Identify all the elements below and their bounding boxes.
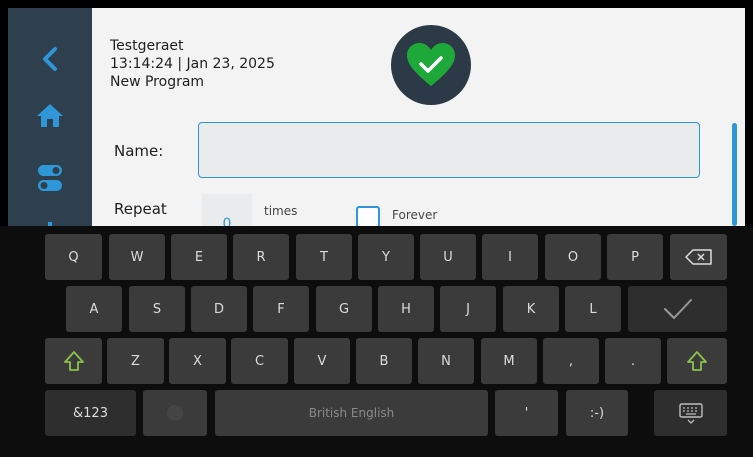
- key-f[interactable]: F: [253, 286, 309, 332]
- space-key[interactable]: British English: [215, 390, 488, 436]
- key-w[interactable]: W: [109, 234, 165, 280]
- globe-icon: [165, 403, 185, 423]
- emoticon-key[interactable]: :-): [566, 390, 628, 436]
- repeat-count-value: 0: [222, 216, 232, 226]
- key-e[interactable]: E: [171, 234, 227, 280]
- main-content: Testgeraet 13:14:24 | Jan 23, 2025 New P…: [92, 8, 745, 226]
- name-input[interactable]: [198, 122, 700, 178]
- back-chevron-icon[interactable]: [8, 44, 92, 74]
- device-name: Testgeraet: [110, 38, 184, 54]
- key-h[interactable]: H: [378, 286, 434, 332]
- key-comma[interactable]: ,: [543, 338, 599, 384]
- hide-keyboard-key[interactable]: [654, 390, 727, 436]
- backspace-icon: [684, 249, 713, 265]
- app-window: Testgeraet 13:14:24 | Jan 23, 2025 New P…: [8, 8, 745, 226]
- key-m[interactable]: M: [481, 338, 537, 384]
- repeat-count-field[interactable]: 0: [202, 194, 252, 226]
- forever-label: Forever: [392, 208, 438, 222]
- key-c[interactable]: C: [231, 338, 288, 384]
- key-d[interactable]: D: [191, 286, 247, 332]
- page-title: New Program: [110, 74, 205, 90]
- key-l[interactable]: L: [565, 286, 621, 332]
- times-label: times: [264, 204, 298, 218]
- repeat-label: Repeat: [114, 200, 167, 218]
- heart-check-icon: [406, 42, 456, 88]
- checkmark-icon: [663, 298, 693, 320]
- key-o[interactable]: O: [545, 234, 601, 280]
- key-q[interactable]: Q: [45, 234, 102, 280]
- datetime: 13:14:24 | Jan 23, 2025: [110, 56, 275, 72]
- toggle-settings-icon[interactable]: [8, 162, 92, 194]
- key-u[interactable]: U: [420, 234, 476, 280]
- key-t[interactable]: T: [296, 234, 352, 280]
- apostrophe-key[interactable]: ': [495, 390, 558, 436]
- key-z[interactable]: Z: [107, 338, 164, 384]
- backspace-key[interactable]: [670, 234, 727, 280]
- key-period[interactable]: .: [605, 338, 661, 384]
- shift-icon: [686, 350, 708, 372]
- language-key[interactable]: [143, 390, 207, 436]
- key-a[interactable]: A: [66, 286, 122, 332]
- key-g[interactable]: G: [316, 286, 372, 332]
- shift-key-right[interactable]: [667, 338, 727, 384]
- on-screen-keyboard: Q W E R T Y U I O P A S D F G H J K L Z …: [0, 226, 753, 457]
- key-v[interactable]: V: [294, 338, 350, 384]
- forever-checkbox[interactable]: [356, 206, 380, 226]
- key-b[interactable]: B: [356, 338, 412, 384]
- scrollbar[interactable]: [732, 123, 737, 226]
- shift-key-left[interactable]: [45, 338, 102, 384]
- name-label: Name:: [114, 142, 164, 160]
- key-x[interactable]: X: [169, 338, 226, 384]
- shift-icon: [63, 350, 85, 372]
- key-i[interactable]: I: [482, 234, 538, 280]
- key-j[interactable]: J: [440, 286, 496, 332]
- key-p[interactable]: P: [607, 234, 663, 280]
- sidebar-more-icon: [8, 218, 92, 226]
- sidebar: [8, 8, 92, 226]
- key-r[interactable]: R: [233, 234, 289, 280]
- key-s[interactable]: S: [129, 286, 185, 332]
- symbols-key[interactable]: &123: [45, 390, 136, 436]
- enter-key[interactable]: [628, 286, 727, 332]
- status-badge: [391, 25, 471, 105]
- keyboard-hide-icon: [678, 402, 704, 424]
- key-n[interactable]: N: [418, 338, 474, 384]
- home-icon[interactable]: [8, 100, 92, 130]
- key-k[interactable]: K: [503, 286, 559, 332]
- key-y[interactable]: Y: [358, 234, 414, 280]
